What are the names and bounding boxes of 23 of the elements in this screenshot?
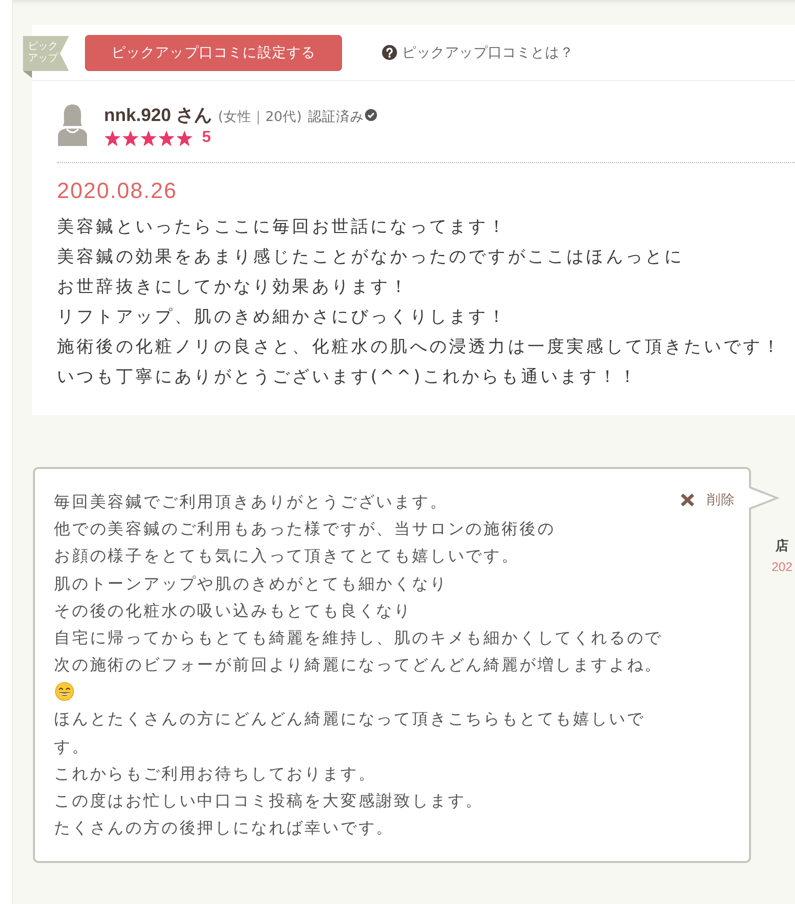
reply-text: 毎回美容鍼でご利用頂きありがとうございます。 他での美容鍼のご利用もあった様ですが、当サロンの施術後の お顔の様子をとても気に入って頂きてとても嬉しいです。 肌のトーンアップや肌のきめがとても細かくなり その後の化粧水の吸い込みもとても良くなり 自宅に帰ってからもとても綺麗を維持し、肌のキメも細かくしてくれるので 次の施術のビフォーが前回より綺麗になってどんどん綺麗が増しますよね。 [54, 491, 664, 676]
review-text: 美容鍼といったらここに毎回お世話になってます！ 美容鍼の効果をあまり感じたことがなかったのですがここはほんっとに お世辞抜きにしてかなり効果あります！ リフトアップ、肌のきめ細かさにびっくりします！ 施術後の化粧ノリの良さと、化粧水の肌への浸透力は一度実感して頂きたいです！ いつも丁寧にありがとうございます(^^)これからも通います！！ [57, 216, 784, 389]
pickup-help-link[interactable]: ピックアップ口コミとは？ [382, 44, 574, 62]
verified-label: 認証済み [308, 108, 364, 126]
reviewer-name: nnk.920 さん [104, 104, 212, 127]
cross-icon [680, 493, 695, 507]
delete-button[interactable]: 削除 [680, 491, 735, 509]
star-icon [104, 130, 121, 146]
check-circle-icon [364, 109, 377, 121]
star-icon [122, 130, 139, 146]
reviewer-profile: (女性｜20代) [218, 108, 302, 126]
rating-score: 5 [202, 129, 211, 147]
help-icon [382, 45, 397, 60]
shop-date: 202 [770, 559, 794, 576]
reply-text: ほんとたくさんの方にどんどん綺麗になって頂きこちらもとても嬉しいで す。 これからもご利用お待ちしております。 この度はお忙しい中口コミ投稿を大変感謝致します。 たくさんの方の後押しになれば幸いです。 [54, 708, 646, 840]
star-icon [140, 130, 157, 146]
grinning-face-icon [55, 682, 74, 702]
shop-label: 店 [774, 538, 790, 556]
star-icon [176, 130, 193, 146]
review-date: 2020.08.26 [57, 179, 178, 203]
star-icon [158, 130, 175, 146]
set-pickup-button[interactable]: ピックアップ口コミに設定する [85, 34, 342, 70]
user-silhouette-icon [57, 103, 88, 146]
